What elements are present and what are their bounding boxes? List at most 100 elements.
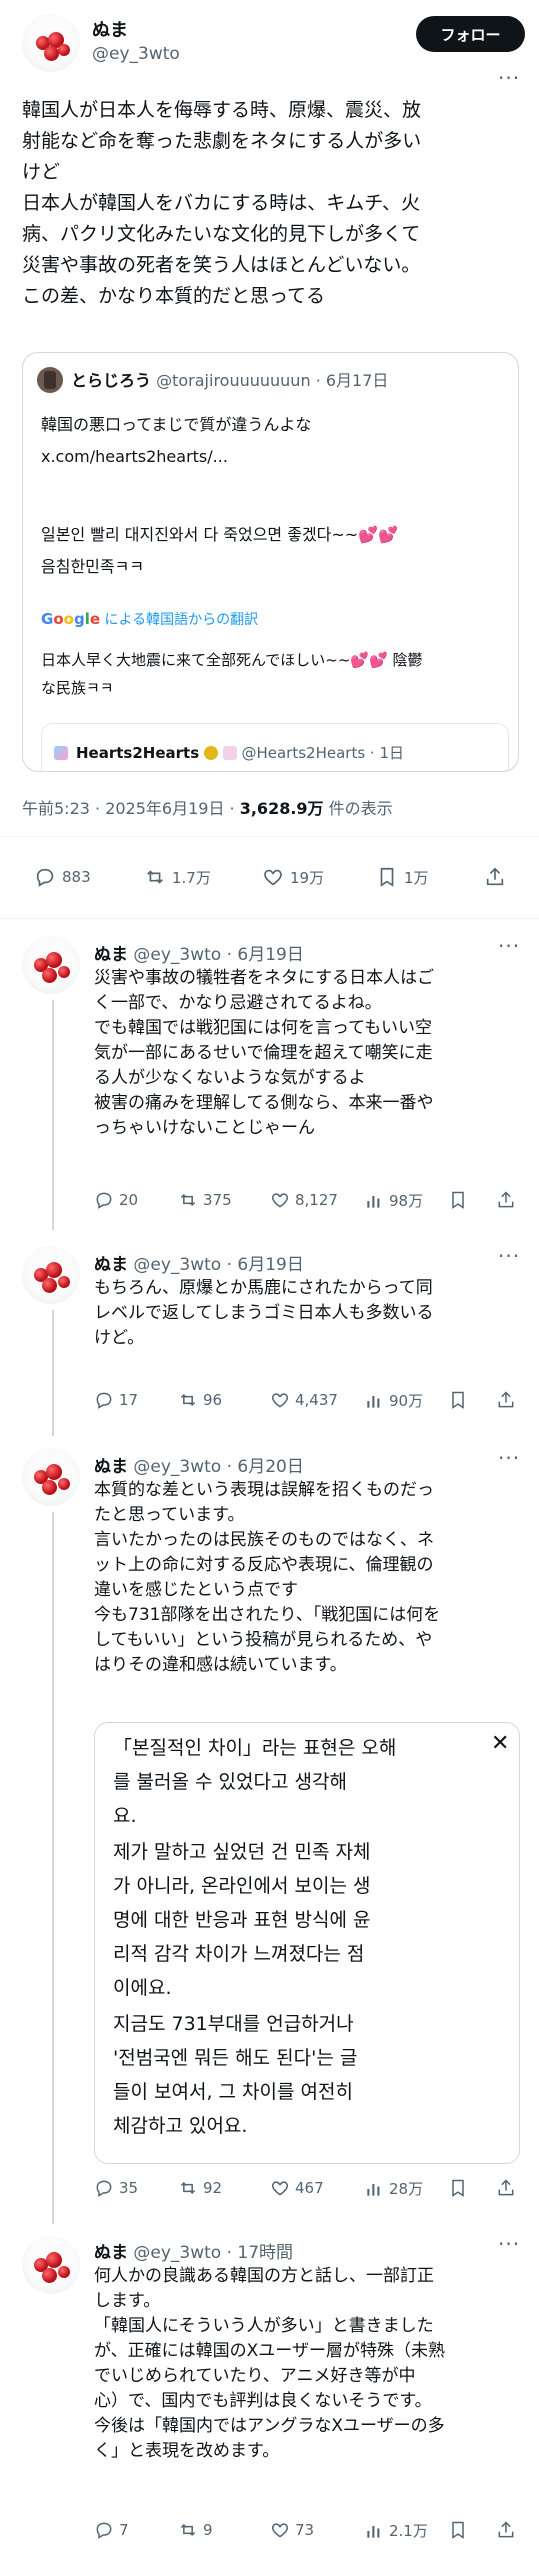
- translated-line: 日本人早く大地震に来て全部死んでほしい~~💕💕 陰鬱: [41, 651, 423, 669]
- reply-handle-date[interactable]: @ey_3wto · 6月19日: [133, 945, 303, 965]
- reply-author-name[interactable]: ぬま: [94, 2243, 128, 2263]
- more-options-icon[interactable]: ···: [498, 1446, 520, 1470]
- quoted-avatar: [37, 367, 63, 393]
- reply-handle-date[interactable]: @ey_3wto · 17時間: [133, 2243, 293, 2263]
- like-button[interactable]: 73: [270, 2520, 314, 2540]
- author-name[interactable]: ぬま: [92, 16, 128, 42]
- reply-text: 本質的な差という表現は誤解を招くものだっ たと思っています。 言いたかったのは民…: [94, 1478, 440, 1678]
- nested-name: Hearts2Hearts: [76, 744, 200, 762]
- views-button[interactable]: 90万: [364, 1390, 423, 1411]
- retweet-button[interactable]: 92: [178, 2178, 222, 2198]
- retweet-button[interactable]: 1.7万: [144, 866, 211, 888]
- reply-handle-date[interactable]: @ey_3wto · 6月20日: [133, 1457, 303, 1477]
- reply-line: 心）で、国内でも評判は良くないそうです。: [94, 2391, 432, 2411]
- retweet-button[interactable]: 96: [178, 1390, 222, 1410]
- bookmark-button[interactable]: [448, 1390, 468, 1410]
- like-count: 73: [295, 2521, 315, 2539]
- reply-text: もちろん、原爆とか馬鹿にされたからって同 レベルで返してしまうゴミ日本人も多数い…: [94, 1276, 434, 1351]
- reply-button[interactable]: 7: [94, 2520, 129, 2540]
- reply-author-name[interactable]: ぬま: [94, 1457, 128, 1477]
- share-button[interactable]: [496, 2520, 516, 2540]
- like-button[interactable]: 8,127: [270, 1190, 338, 1210]
- bookmark-button[interactable]: 1万: [376, 866, 429, 888]
- bookmark-icon: [452, 1191, 464, 1209]
- close-icon[interactable]: ✕: [491, 1731, 509, 1756]
- quoted-tweet[interactable]: とらじろう @torajirouuuuuuun · 6月17日 韓国の悪口ってま…: [22, 352, 519, 772]
- share-icon: [498, 1191, 514, 1208]
- reply-icon: [96, 2522, 112, 2539]
- views-button[interactable]: 28万: [364, 2178, 423, 2199]
- nested-handle: @Hearts2Hearts · 1日: [241, 744, 405, 762]
- share-button[interactable]: [496, 2178, 516, 2198]
- reply-line: ット上の命に対する反応や表現に、倫理観の: [94, 1555, 434, 1575]
- reply-line: く一部で、かなり忌避されてるよね。: [94, 993, 382, 1013]
- retweet-count: 375: [203, 1191, 232, 1209]
- tweet-text: 韓国人が日本人を侮辱する時、原爆、震災、放 射能など命を奪った悲劇をネタにする人…: [22, 95, 522, 312]
- views-button[interactable]: 98万: [364, 1190, 423, 1211]
- like-count: 8,127: [295, 1191, 338, 1209]
- author-handle[interactable]: @ey_3wto: [92, 44, 180, 64]
- reply-count: 20: [119, 1191, 139, 1209]
- share-button[interactable]: [484, 866, 506, 888]
- reply-header: ぬま @ey_3wto · 6月19日: [94, 1250, 304, 1275]
- reply-header: ぬま @ey_3wto · 6月19日: [94, 940, 304, 965]
- reply-icon: [36, 868, 54, 887]
- more-options-icon[interactable]: ···: [498, 66, 520, 90]
- timestamp[interactable]: 午前5:23 · 2025年6月19日 ·: [22, 799, 240, 818]
- like-count: 467: [295, 2179, 324, 2197]
- heart-icon: [264, 869, 282, 886]
- quoted-link[interactable]: x.com/hearts2hearts/...: [41, 447, 228, 466]
- reply-line: く」と表現を改めます。: [94, 2441, 280, 2461]
- reply-line: レベルで返してしまうゴミ日本人も多数いる: [94, 1303, 434, 1323]
- retweet-button[interactable]: 375: [178, 1190, 232, 1210]
- views-icon: [367, 1195, 380, 1208]
- thread-line: [52, 1000, 54, 1230]
- korean-line: 명에 대한 반응과 표현 방식에 윤: [113, 1909, 371, 1931]
- like-button[interactable]: 467: [270, 2178, 324, 2198]
- avatar[interactable]: [22, 2236, 80, 2294]
- more-options-icon[interactable]: ···: [498, 2232, 520, 2256]
- reply-button[interactable]: 17: [94, 1390, 138, 1410]
- retweet-icon: [147, 870, 163, 884]
- reply-button[interactable]: 883: [34, 866, 91, 888]
- verified-icon: [203, 746, 218, 760]
- share-icon: [486, 867, 504, 886]
- nested-quote-card[interactable]: Hearts2Hearts @Hearts2Hearts · 1日: [41, 723, 509, 771]
- divider: [0, 918, 539, 919]
- like-button[interactable]: 19万: [262, 866, 324, 888]
- views-count: 28万: [389, 2180, 424, 2198]
- more-options-icon[interactable]: ···: [498, 1244, 520, 1268]
- retweet-icon: [180, 2181, 196, 2195]
- reply-author-name[interactable]: ぬま: [94, 945, 128, 965]
- share-button[interactable]: [496, 1390, 516, 1410]
- like-button[interactable]: 4,437: [270, 1390, 338, 1410]
- tweet-line: 病、パクリ文化みたいな文化的見下しが多くて: [22, 223, 421, 245]
- thread-line: [52, 1310, 54, 1436]
- share-button[interactable]: [496, 1190, 516, 1210]
- korean-line: 「본질적인 차이」라는 표현은 오해: [113, 1737, 397, 1759]
- views-button[interactable]: 2.1万: [364, 2520, 428, 2541]
- bookmark-button[interactable]: [448, 1190, 468, 1210]
- reply-author-name[interactable]: ぬま: [94, 1255, 128, 1275]
- avatar[interactable]: [22, 14, 80, 72]
- reply-handle-date[interactable]: @ey_3wto · 6月19日: [133, 1255, 303, 1275]
- reply-icon: [96, 2180, 112, 2197]
- korean-line: 를 불러올 수 있었다고 생각해: [113, 1771, 347, 1793]
- bookmark-button[interactable]: [448, 2178, 468, 2198]
- follow-button[interactable]: フォロー: [416, 16, 525, 52]
- bookmark-icon: [380, 867, 394, 887]
- avatar[interactable]: [22, 1246, 80, 1304]
- avatar[interactable]: [22, 1448, 80, 1506]
- reply-button[interactable]: 20: [94, 1190, 138, 1210]
- retweet-button[interactable]: 9: [178, 2520, 213, 2540]
- reply-button[interactable]: 35: [94, 2178, 138, 2198]
- bookmark-count: 1万: [404, 868, 429, 887]
- avatar[interactable]: [22, 936, 80, 994]
- reply-line: 今も731部隊を出されたり、「戦犯国には何を: [94, 1605, 441, 1625]
- more-options-icon[interactable]: ···: [498, 934, 520, 958]
- reply-line: 言いたかったのは民族そのものではなく、ネ: [94, 1530, 434, 1550]
- nested-header: Hearts2Hearts @Hearts2Hearts · 1日: [76, 742, 404, 763]
- bookmark-button[interactable]: [448, 2520, 468, 2540]
- reply-line: 今後は「韓国内ではアングラなXユーザーの多: [94, 2416, 445, 2436]
- retweet-icon: [180, 1393, 196, 1407]
